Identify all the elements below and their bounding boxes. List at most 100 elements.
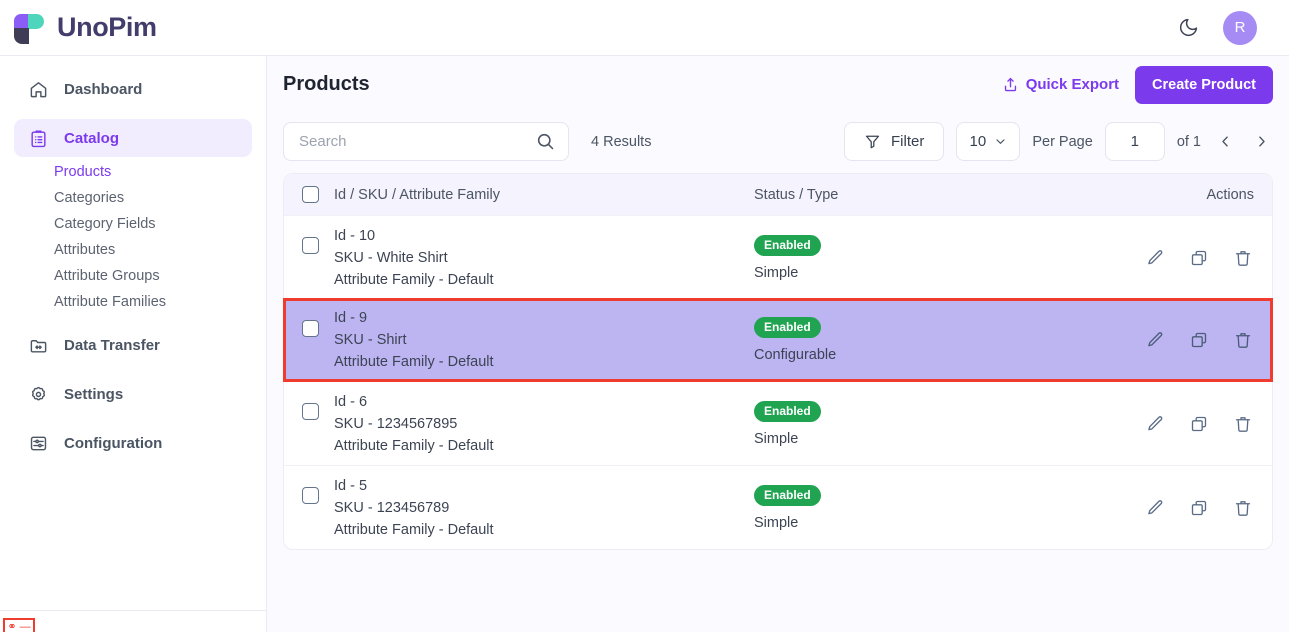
sidebar-item-data-transfer[interactable]: Data Transfer [14,326,252,364]
row-attribute-family: Attribute Family - Default [334,522,754,538]
filter-label: Filter [891,133,924,150]
status-badge: Enabled [754,485,821,506]
status-badge: Enabled [754,235,821,256]
body-split: Dashboard Catalog Products Categories Ca… [0,56,1289,632]
create-product-button[interactable]: Create Product [1135,66,1273,104]
row-checkbox[interactable] [302,320,319,337]
sidebar-item-configuration[interactable]: Configuration [14,424,252,462]
quick-export-label: Quick Export [1026,76,1119,93]
row-select-cell [302,237,334,278]
filter-button[interactable]: Filter [844,122,944,161]
delete-icon[interactable] [1232,413,1254,435]
toolbar-right: Filter 10 Per Page of 1 [844,122,1273,161]
row-id: Id - 9 [334,310,754,326]
row-id: Id - 5 [334,478,754,494]
sidebar-item-label: Dashboard [64,81,142,98]
row-sku: SKU - Shirt [334,332,754,348]
row-id: Id - 6 [334,394,754,410]
copy-icon[interactable] [1188,413,1210,435]
sidebar-item-label: Configuration [64,435,162,452]
row-info-cell: Id - 5 SKU - 123456789 Attribute Family … [334,478,754,538]
previous-page-button[interactable] [1213,127,1237,157]
quick-export-button[interactable]: Quick Export [1002,76,1119,93]
sliders-icon [28,433,48,453]
list-toolbar: 4 Results Filter 10 [267,113,1289,173]
row-status-cell: Enabled Simple [754,401,1134,447]
sidebar-item-label: Settings [64,386,123,403]
status-badge: Enabled [754,317,821,338]
next-page-button[interactable] [1249,127,1273,157]
results-count: 4 Results [591,134,651,150]
edit-icon[interactable] [1144,497,1166,519]
copy-icon[interactable] [1188,247,1210,269]
row-checkbox[interactable] [302,403,319,420]
unopim-logo-icon [14,12,48,44]
per-page-select[interactable]: 10 [956,122,1020,161]
row-attribute-family: Attribute Family - Default [334,272,754,288]
search-input[interactable] [299,133,535,150]
sidebar-footer: ⚭ — [0,610,266,632]
row-info-cell: Id - 9 SKU - Shirt Attribute Family - De… [334,310,754,370]
moon-icon[interactable] [1175,15,1201,41]
delete-icon[interactable] [1232,329,1254,351]
sidebar-item-attribute-families[interactable]: Attribute Families [0,289,266,315]
row-info-cell: Id - 10 SKU - White Shirt Attribute Fami… [334,228,754,288]
row-select-cell [302,403,334,444]
avatar[interactable]: R [1223,11,1257,45]
top-bar-actions: R [1175,11,1257,45]
row-attribute-family: Attribute Family - Default [334,438,754,454]
edit-icon[interactable] [1144,329,1166,351]
brand-name: UnoPim [57,12,157,43]
sidebar-item-attribute-groups[interactable]: Attribute Groups [0,263,266,289]
page-header-actions: Quick Export Create Product [1002,66,1273,104]
sidebar-item-category-fields[interactable]: Category Fields [0,211,266,237]
per-page-label: Per Page [1032,134,1092,150]
select-all-checkbox[interactable] [302,186,319,203]
table-row[interactable]: Id - 5 SKU - 123456789 Attribute Family … [284,465,1272,549]
sidebar-item-catalog[interactable]: Catalog [14,119,252,157]
sidebar-item-categories[interactable]: Categories [0,185,266,211]
sidebar-footer-highlight: ⚭ — [3,618,35,632]
sidebar-item-settings[interactable]: Settings [14,375,252,413]
table-row[interactable]: Id - 9 SKU - Shirt Attribute Family - De… [283,298,1273,382]
transfer-icon [28,335,48,355]
funnel-icon [864,133,881,150]
top-bar: UnoPim R [0,0,1289,56]
search-icon[interactable] [535,131,556,152]
delete-icon[interactable] [1232,497,1254,519]
row-select-cell [302,320,334,361]
row-checkbox[interactable] [302,237,319,254]
row-type: Simple [754,265,1134,281]
brand-logo[interactable]: UnoPim [14,12,157,44]
search-box[interactable] [283,122,569,161]
sidebar-item-attributes[interactable]: Attributes [0,237,266,263]
row-type: Simple [754,515,1134,531]
row-actions-cell [1134,497,1254,519]
sidebar-item-dashboard[interactable]: Dashboard [14,70,252,108]
table-row[interactable]: Id - 6 SKU - 1234567895 Attribute Family… [284,381,1272,465]
column-header-status: Status / Type [754,187,1134,203]
row-status-cell: Enabled Simple [754,485,1134,531]
sidebar-item-products[interactable]: Products [0,159,266,185]
copy-icon[interactable] [1188,497,1210,519]
status-badge: Enabled [754,401,821,422]
clipboard-icon [28,128,48,148]
delete-icon[interactable] [1232,247,1254,269]
edit-icon[interactable] [1144,247,1166,269]
page-title: Products [283,73,370,96]
products-table: Id / SKU / Attribute Family Status / Typ… [283,173,1273,550]
row-select-cell [302,487,334,528]
per-page-value: 10 [970,133,987,150]
table-header-row: Id / SKU / Attribute Family Status / Typ… [284,174,1272,215]
sidebar-item-label: Data Transfer [64,337,160,354]
select-all-cell [302,186,334,203]
chevron-down-icon [994,135,1007,148]
row-checkbox[interactable] [302,487,319,504]
app-root: UnoPim R Dashboard [0,0,1289,632]
edit-icon[interactable] [1144,413,1166,435]
row-status-cell: Enabled Configurable [754,317,1134,363]
row-actions-cell [1134,329,1254,351]
page-number-input[interactable] [1105,122,1165,161]
table-row[interactable]: Id - 10 SKU - White Shirt Attribute Fami… [284,215,1272,299]
copy-icon[interactable] [1188,329,1210,351]
